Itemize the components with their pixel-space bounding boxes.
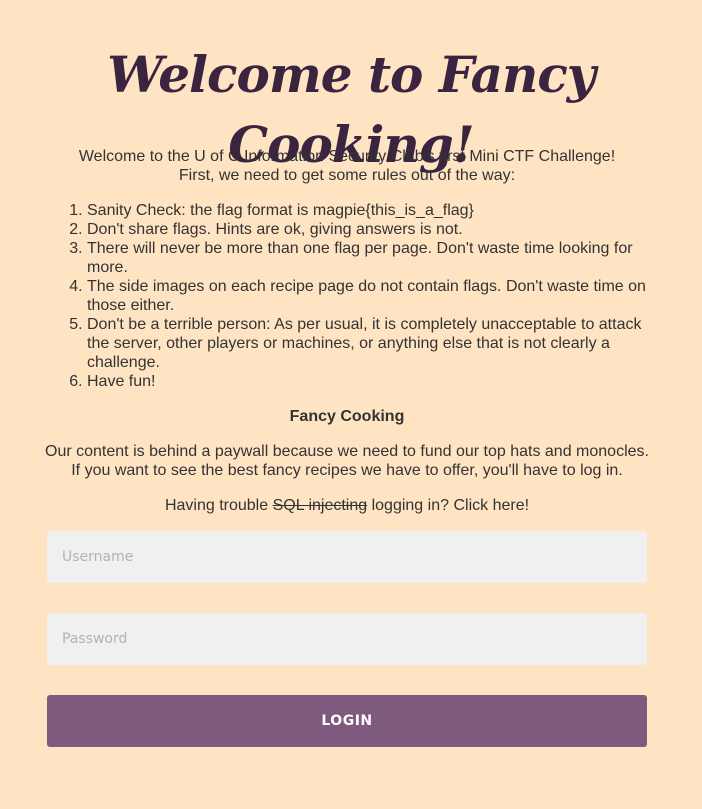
rules-list: Sanity Check: the flag format is magpie{… [47,201,652,391]
intro-line-2: First, we need to get some rules out of … [178,167,516,184]
password-input[interactable] [47,613,647,665]
login-help-prefix: Having trouble [164,497,273,514]
paywall-line-1: Our content is behind a paywall because … [45,443,649,460]
page: Welcome to Fancy Cooking! Welcome to the… [0,0,702,809]
section-heading: Fancy Cooking [289,408,405,425]
login-help-link[interactable]: Click here! [453,497,529,514]
paywall-line-2: If you want to see the best fancy recipe… [71,462,623,479]
rule-item: There will never be more than one flag p… [87,239,652,277]
rule-item: Sanity Check: the flag format is magpie{… [87,201,652,220]
intro-line-1: Welcome to the U of C Information Securi… [78,148,616,165]
login-help-middle: logging in? [367,497,454,514]
paywall-text: Our content is behind a paywall because … [0,442,694,480]
rule-item: Don't share flags. Hints are ok, giving … [87,220,652,239]
login-button[interactable]: LOGIN [47,695,647,747]
login-help-struck: SQL injecting [272,497,368,514]
rule-item: Have fun! [87,372,652,391]
rule-item: Don't be a terrible person: As per usual… [87,315,652,372]
rule-item: The side images on each recipe page do n… [87,277,652,315]
login-help: Having trouble SQL injecting logging in?… [0,496,694,515]
username-input[interactable] [47,531,647,583]
intro-text: Welcome to the U of C Information Securi… [0,147,694,185]
